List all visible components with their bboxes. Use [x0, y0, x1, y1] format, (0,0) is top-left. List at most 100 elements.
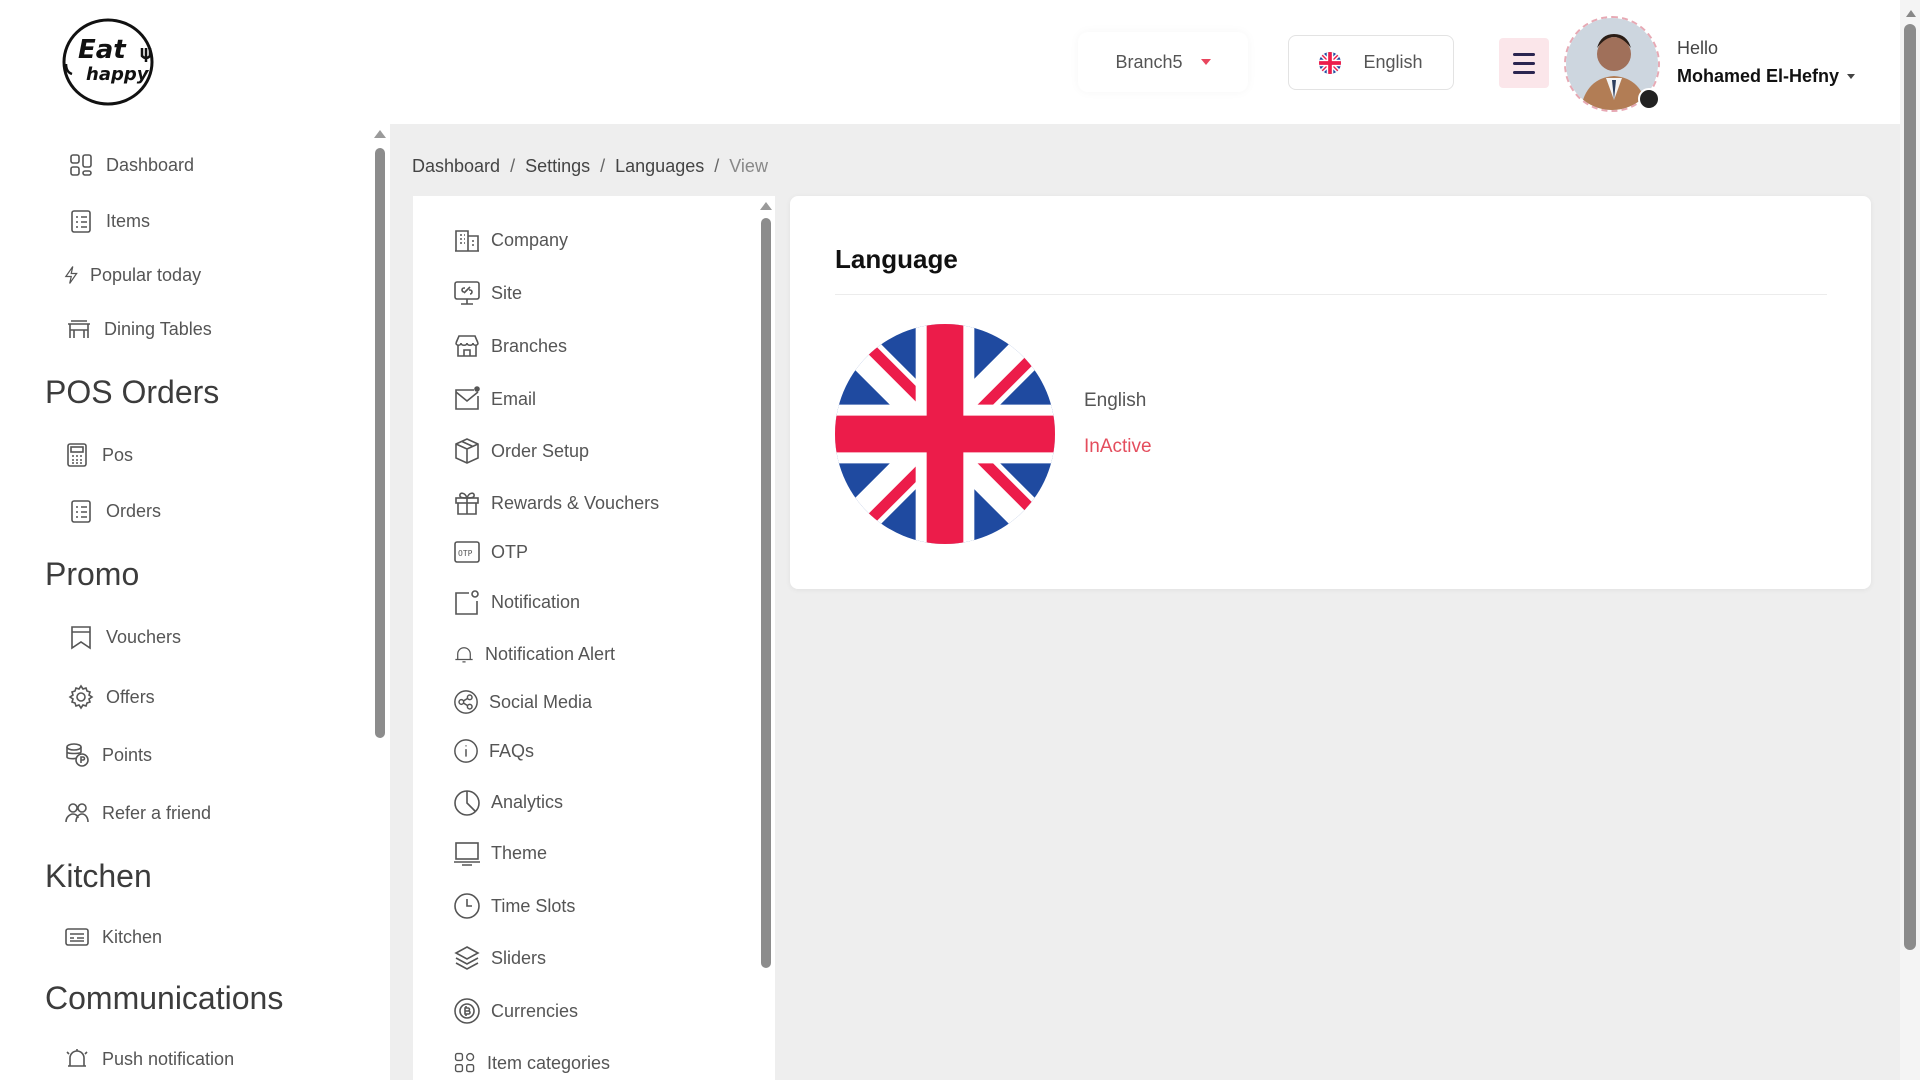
window-scrollbar[interactable]: [1904, 24, 1916, 950]
breadcrumb-separator: /: [510, 156, 516, 176]
settings-item-social-media[interactable]: Social Media: [453, 688, 592, 716]
card-title: Language: [835, 244, 958, 274]
settings-item-label: Company: [491, 229, 569, 250]
settings-item-notification[interactable]: Notification: [453, 588, 580, 616]
edit-avatar-icon[interactable]: [1638, 88, 1660, 110]
currency-icon: [454, 998, 480, 1024]
settings-item-label: Time Slots: [491, 895, 576, 916]
menu-line: [1513, 52, 1535, 56]
breadcrumb: Dashboard / Settings / Languages / View: [412, 156, 768, 177]
menu-line: [1513, 70, 1535, 74]
sidebar-item-orders[interactable]: Orders: [68, 498, 161, 524]
user-menu[interactable]: Hello Mohamed El-Hefny: [1560, 10, 1870, 116]
settings-scroll-up-icon[interactable]: [760, 202, 772, 210]
settings-scrollbar[interactable]: [761, 218, 771, 968]
building-icon: [455, 230, 479, 252]
sidebar-item-label: Kitchen: [102, 926, 163, 947]
sidebar-item-label: Vouchers: [106, 626, 182, 647]
notification-icon: [455, 590, 479, 615]
sidebar-item-dashboard[interactable]: Dashboard: [68, 152, 194, 178]
settings-item-label: Notification: [491, 591, 581, 612]
sidebar-item-label: Orders: [106, 500, 162, 521]
branch-select[interactable]: Branch5: [1078, 32, 1248, 92]
language-button[interactable]: English: [1288, 35, 1454, 90]
settings-item-label: FAQs: [489, 740, 535, 761]
sidebar-item-push-notification[interactable]: Push notification: [64, 1046, 234, 1072]
settings-item-label: Sliders: [491, 947, 547, 968]
breadcrumb-dashboard[interactable]: Dashboard: [412, 156, 500, 177]
breadcrumb-separator: /: [714, 156, 720, 176]
settings-item-company[interactable]: Company: [453, 226, 568, 254]
grid-icon: [454, 1052, 475, 1073]
sidebar-item-dining-tables[interactable]: Dining Tables: [66, 316, 212, 342]
kitchen-icon: [65, 928, 89, 946]
table-icon: [68, 320, 90, 338]
menu-toggle-button[interactable]: [1499, 38, 1549, 88]
pie-chart-icon: [454, 790, 480, 816]
breadcrumb-separator: /: [600, 156, 606, 176]
users-icon: [65, 803, 89, 823]
sidebar-item-pos[interactable]: Pos: [64, 442, 133, 468]
sidebar-item-points[interactable]: Points: [64, 742, 152, 768]
sidebar-item-popular-today[interactable]: Popular today: [62, 262, 201, 288]
settings-item-label: Branches: [491, 335, 568, 356]
chevron-down-icon: [1200, 59, 1211, 65]
settings-item-faqs[interactable]: FAQs: [453, 737, 534, 765]
items-icon: [71, 210, 91, 233]
sidebar-item-items[interactable]: Items: [68, 208, 150, 234]
settings-item-sliders[interactable]: Sliders: [453, 944, 546, 972]
share-icon: [454, 690, 478, 714]
logo-text-bottom: happy: [86, 64, 150, 85]
offers-icon: [68, 684, 94, 710]
settings-item-currencies[interactable]: Currencies: [453, 997, 578, 1025]
sidebar-item-vouchers[interactable]: Vouchers: [68, 624, 181, 650]
settings-item-label: Site: [491, 282, 523, 303]
status-badge: InActive: [1084, 436, 1152, 457]
settings-item-time-slots[interactable]: Time Slots: [453, 892, 575, 920]
orders-icon: [71, 500, 91, 523]
settings-item-order-setup[interactable]: Order Setup: [453, 437, 589, 465]
settings-item-email[interactable]: Email: [453, 385, 536, 413]
eat-happy-logo[interactable]: Eat happy: [58, 16, 158, 108]
sidebar-item-label: Offers: [106, 686, 155, 707]
language-card: Language English InActive: [790, 196, 1871, 589]
settings-item-label: Rewards & Vouchers: [491, 492, 660, 513]
bell-ring-icon: [66, 1049, 88, 1067]
settings-item-label: Order Setup: [491, 440, 590, 461]
settings-item-label: OTP: [491, 541, 529, 562]
settings-item-otp[interactable]: OTP OTP: [453, 538, 528, 566]
user-name[interactable]: Mohamed El-Hefny: [1677, 66, 1856, 87]
breadcrumb-languages[interactable]: Languages: [615, 156, 704, 177]
sidebar-item-label: Dashboard: [106, 154, 195, 175]
settings-item-theme[interactable]: Theme: [453, 839, 547, 867]
settings-item-rewards-vouchers[interactable]: Rewards & Vouchers: [453, 489, 659, 517]
sidebar-item-label: Points: [102, 744, 153, 765]
calculator-icon: [67, 443, 87, 467]
sidebar-item-kitchen[interactable]: Kitchen: [64, 924, 162, 950]
card-divider: [835, 294, 1827, 295]
section-title-communications: Communications: [45, 980, 284, 1016]
sidebar-item-label: Push notification: [102, 1048, 235, 1069]
greeting-text: Hello: [1677, 38, 1719, 58]
store-icon: [455, 335, 479, 357]
settings-item-branches[interactable]: Branches: [453, 332, 567, 360]
gift-icon: [455, 492, 479, 515]
uk-flag-image: [835, 324, 1055, 544]
mail-icon: [455, 386, 480, 410]
sidebar-scrollbar[interactable]: [375, 148, 385, 738]
svg-text:OTP: OTP: [458, 549, 473, 558]
settings-item-label: Currencies: [491, 1000, 579, 1021]
sidebar-scroll-up-icon[interactable]: [374, 130, 386, 138]
window-scroll-up-icon[interactable]: [1906, 10, 1916, 17]
layers-icon: [454, 946, 480, 970]
settings-item-site[interactable]: Site: [453, 279, 522, 307]
menu-line: [1513, 61, 1535, 65]
settings-item-label: Theme: [491, 842, 548, 863]
sidebar-item-refer-a-friend[interactable]: Refer a friend: [64, 800, 211, 826]
settings-item-item-categories[interactable]: Item categories: [453, 1049, 610, 1077]
breadcrumb-settings[interactable]: Settings: [525, 156, 590, 177]
monitor-icon: [454, 842, 480, 866]
settings-item-notification-alert[interactable]: Notification Alert: [453, 640, 615, 668]
settings-item-analytics[interactable]: Analytics: [453, 788, 563, 816]
sidebar-item-offers[interactable]: Offers: [68, 684, 155, 710]
